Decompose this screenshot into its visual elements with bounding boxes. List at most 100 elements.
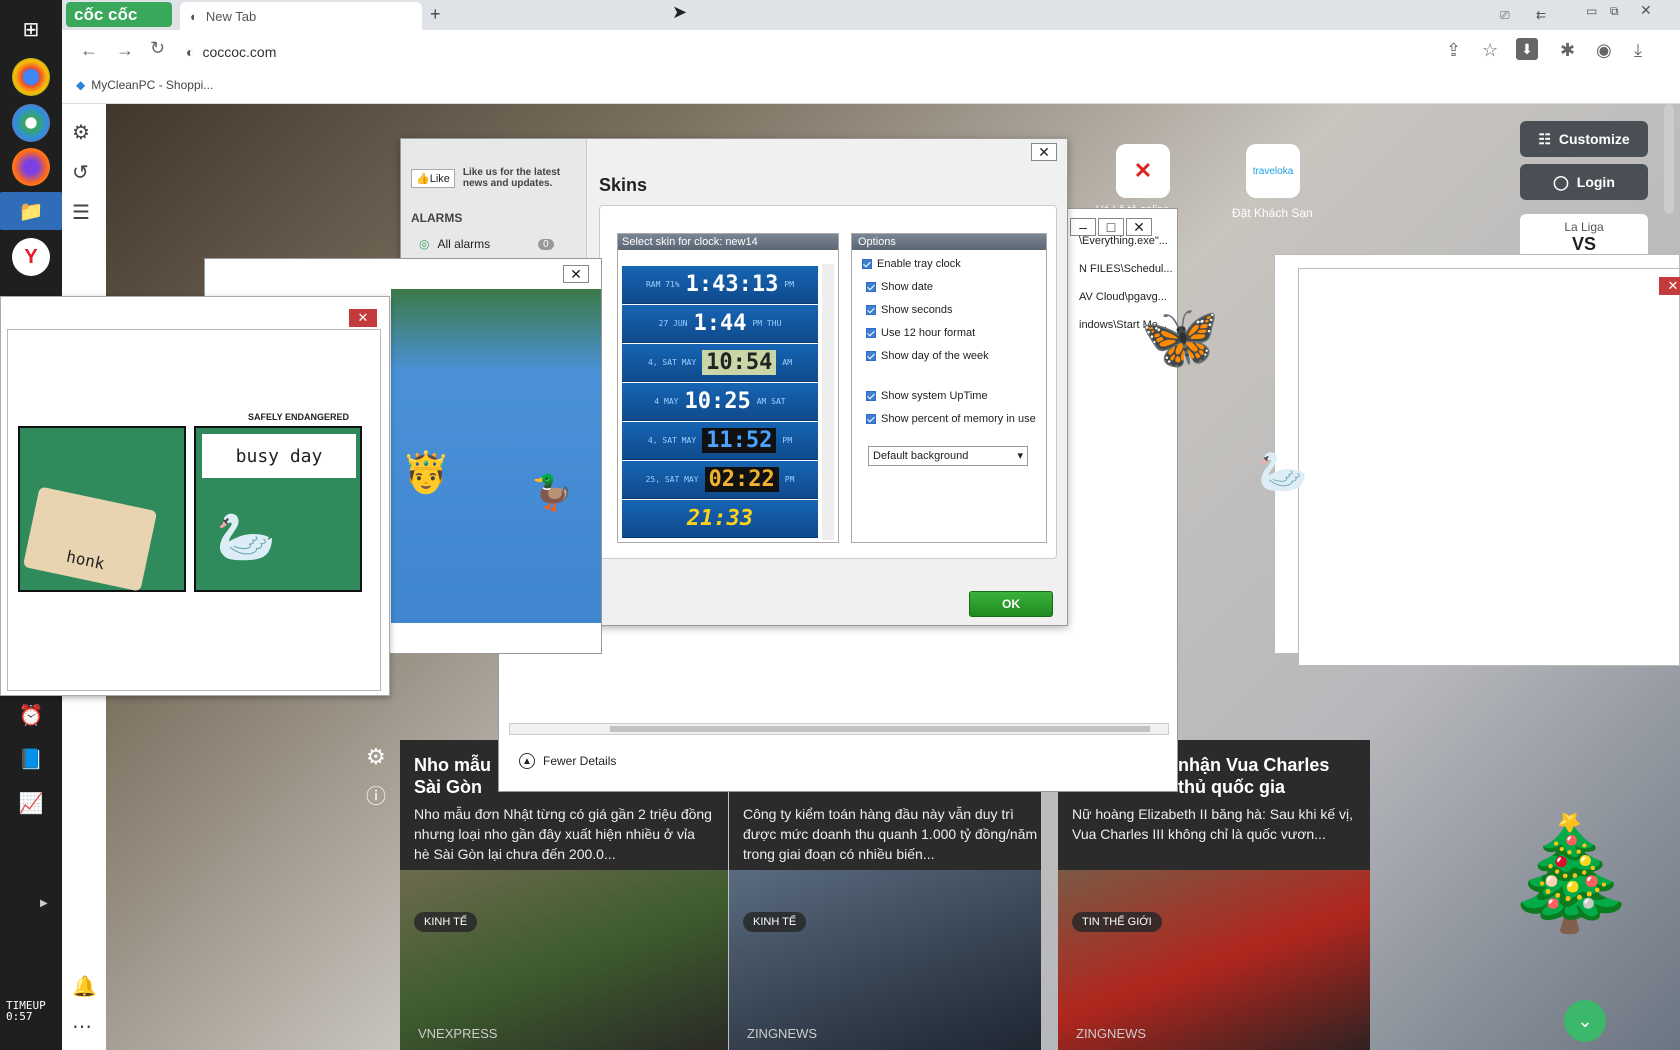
options-header: Options bbox=[852, 234, 1046, 250]
file-explorer-icon[interactable]: 📁 bbox=[0, 192, 62, 230]
league-label: La Liga bbox=[1564, 220, 1604, 234]
news-title: nhận Vua Charles thủ quốc gia bbox=[1178, 755, 1330, 797]
close-button[interactable]: ✕ bbox=[1659, 277, 1680, 295]
back-icon[interactable]: ← bbox=[80, 40, 98, 61]
news-image bbox=[729, 870, 1041, 1050]
news-tag[interactable]: KINH TẾ bbox=[743, 912, 807, 932]
skin-option[interactable]: 25, SAT MAY 02:22 PM bbox=[622, 461, 818, 499]
forward-icon[interactable]: → bbox=[116, 40, 134, 61]
ok-button[interactable]: OK bbox=[969, 591, 1053, 617]
news-tag[interactable]: TIN THẾ GIỚI bbox=[1072, 912, 1162, 932]
alarm-count: 0 bbox=[538, 238, 554, 250]
coccoc-logo[interactable]: cốc cốc bbox=[66, 2, 172, 27]
like-box: 👍Like Like us for the latest news and up… bbox=[411, 167, 573, 189]
chart-app-icon[interactable]: 📈 bbox=[12, 784, 50, 822]
user-icon: ◯ bbox=[1553, 173, 1569, 190]
fewer-details-button[interactable]: ▲ Fewer Details bbox=[519, 753, 616, 769]
option-system-uptime[interactable]: Show system UpTime bbox=[866, 390, 988, 402]
bookmark-mycleanpc[interactable]: ◆ MyCleanPC - Shoppi... bbox=[76, 78, 213, 92]
profile-icon[interactable]: ◉ bbox=[1596, 40, 1612, 61]
news-tag[interactable]: KINH TẾ bbox=[414, 912, 478, 932]
url-text: coccoc.com bbox=[202, 44, 277, 60]
news-source[interactable]: VNEXPRESS bbox=[418, 1026, 497, 1041]
login-button[interactable]: ◯ Login bbox=[1520, 164, 1648, 200]
news-settings-icon[interactable]: ⚙ bbox=[366, 744, 386, 770]
option-12-hour[interactable]: Use 12 hour format bbox=[866, 327, 975, 339]
shortcut-loto-icon[interactable]: ✕ bbox=[1116, 144, 1170, 198]
skin-option[interactable]: 4, SAT MAY 11:52 PM bbox=[622, 422, 818, 460]
options-panel: Options Enable tray clock Show date Show… bbox=[851, 233, 1047, 543]
skin-option[interactable]: 4, SAT MAY 10:54 AM bbox=[622, 344, 818, 382]
minimize-button[interactable]: – bbox=[1070, 218, 1096, 236]
star-icon[interactable]: ☆ bbox=[1482, 40, 1498, 61]
downloads-icon[interactable]: ⤓ bbox=[1634, 40, 1642, 61]
firefox-icon[interactable] bbox=[12, 148, 50, 186]
process-path[interactable]: N FILES\Schedul... bbox=[1079, 255, 1173, 283]
close-button[interactable]: ✕ bbox=[1126, 218, 1152, 236]
close-button[interactable]: ✕ bbox=[563, 265, 589, 283]
tab-title: New Tab bbox=[205, 8, 257, 24]
sliders-icon: ☷ bbox=[1538, 130, 1551, 147]
download-video-icon[interactable]: ⬇ bbox=[1516, 38, 1538, 60]
more-icon[interactable]: ⋯ bbox=[72, 1014, 92, 1039]
skins-title: Skins bbox=[599, 175, 648, 195]
horizontal-scrollbar[interactable] bbox=[509, 723, 1169, 735]
window-controls: – □ ✕ bbox=[1070, 218, 1180, 240]
history-icon[interactable]: ↺ bbox=[72, 160, 89, 185]
expand-arrow-icon[interactable]: ▶ bbox=[40, 898, 48, 909]
notepad-icon[interactable]: 📘 bbox=[12, 740, 50, 778]
close-button[interactable]: ✕ bbox=[349, 309, 377, 327]
notification-bell-icon[interactable]: 🔔 bbox=[72, 974, 97, 999]
news-desc: Nữ hoàng Elizabeth II băng hà: Sau khi k… bbox=[1072, 806, 1353, 842]
reload-icon[interactable]: ↻ bbox=[150, 38, 165, 59]
close-icon[interactable]: ✕ bbox=[1640, 2, 1652, 19]
blank-window: ✕ bbox=[1298, 268, 1680, 666]
football-widget[interactable]: La Liga VS bbox=[1520, 214, 1648, 258]
minimize-icon[interactable]: ▭ bbox=[1586, 4, 1597, 18]
shortcut-traveloka-icon[interactable]: traveloka bbox=[1246, 144, 1300, 198]
info-icon[interactable]: ⓘ bbox=[366, 780, 386, 809]
settings-icon[interactable]: ⚙ bbox=[72, 120, 90, 145]
skin-option[interactable]: 4 MAY 10:25 AM SAT bbox=[622, 383, 818, 421]
chrome-icon[interactable] bbox=[12, 58, 50, 96]
page-scrollbar[interactable] bbox=[1664, 104, 1674, 214]
king-goose-icon: 🤴 bbox=[401, 451, 451, 495]
check-circle-icon: ◎ bbox=[419, 237, 430, 251]
skin-scrollbar[interactable] bbox=[822, 264, 834, 540]
option-show-date[interactable]: Show date bbox=[866, 281, 933, 293]
all-alarms-item[interactable]: ◎ All alarms 0 bbox=[419, 237, 554, 251]
skin-list[interactable]: Select skin for clock: new14 RAM 71% 1:43… bbox=[617, 233, 839, 543]
extensions-icon[interactable]: ✱ bbox=[1560, 40, 1575, 61]
brand-label: cốc cốc bbox=[74, 4, 138, 24]
background-select[interactable]: Default background ▾ bbox=[868, 446, 1028, 466]
maximize-button[interactable]: □ bbox=[1098, 218, 1124, 236]
close-button[interactable]: ✕ bbox=[1031, 143, 1057, 161]
customize-button[interactable]: ☷ Customize bbox=[1520, 121, 1648, 157]
skin-option[interactable]: 21:33 bbox=[622, 500, 818, 538]
like-button[interactable]: 👍Like bbox=[411, 168, 455, 188]
news-source[interactable]: ZINGNEWS bbox=[1076, 1026, 1146, 1041]
option-enable-tray-clock[interactable]: Enable tray clock bbox=[862, 258, 961, 270]
skin-option[interactable]: RAM 71% 1:43:13 PM bbox=[622, 266, 818, 304]
back-tab-icon[interactable]: ⇇ bbox=[1536, 8, 1546, 22]
share-icon[interactable]: ⇪ bbox=[1446, 40, 1461, 61]
option-show-seconds[interactable]: Show seconds bbox=[866, 304, 953, 316]
restore-icon[interactable]: ⧉ bbox=[1610, 4, 1619, 19]
address-bar[interactable]: ◐ coccoc.com bbox=[186, 36, 1436, 68]
goose-icon: 🦢 bbox=[216, 511, 276, 564]
new-tab-button[interactable]: + bbox=[430, 4, 441, 25]
news-source[interactable]: ZINGNEWS bbox=[747, 1026, 817, 1041]
scrollbar-thumb[interactable] bbox=[610, 726, 1150, 732]
coccoc-browser-icon[interactable] bbox=[12, 104, 50, 142]
alarm-clock-icon[interactable]: ⏰ bbox=[12, 696, 50, 734]
windows-start-icon[interactable]: ⊞ bbox=[12, 10, 50, 48]
screenshot-icon[interactable]: ⎚ bbox=[1500, 8, 1510, 23]
option-day-of-week[interactable]: Show day of the week bbox=[866, 350, 989, 362]
option-memory-percent[interactable]: Show percent of memory in use bbox=[866, 413, 1036, 425]
checkbox-icon bbox=[862, 259, 872, 269]
tab-new-tab[interactable]: ◐ New Tab bbox=[180, 2, 422, 30]
list-icon[interactable]: ☰ bbox=[72, 200, 90, 225]
yandex-icon[interactable]: Y bbox=[12, 238, 50, 276]
skin-option[interactable]: 27 JUN 1:44 PM THU bbox=[622, 305, 818, 343]
scroll-down-button[interactable]: ⌄ bbox=[1564, 1000, 1606, 1042]
